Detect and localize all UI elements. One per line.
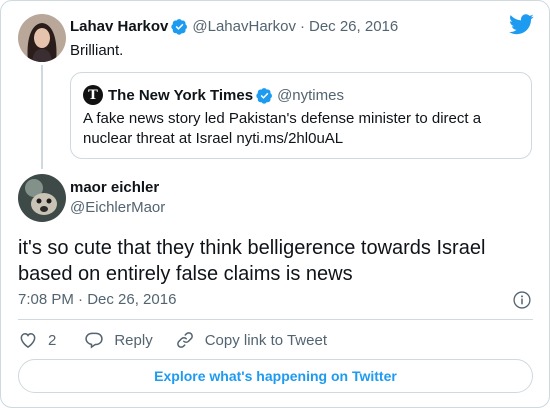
like-button[interactable]: 2 [18,330,56,350]
quoted-tweet-header: T The New York Times @nytimes [83,85,344,105]
quoted-tweet[interactable]: T The New York Times @nytimes A fake new… [70,72,532,159]
copy-link-label: Copy link to Tweet [204,331,327,349]
reply-bubble-icon [85,332,104,349]
tweet-actions: 2 Reply Copy link to Tweet [18,329,327,351]
avatar-photo-icon [18,14,66,62]
explore-twitter-button[interactable]: Explore what's happening on Twitter [18,359,533,393]
divider [18,319,533,320]
avatar-photo-icon [18,174,66,222]
link-icon [176,332,193,348]
like-count: 2 [48,331,57,349]
dog-portrait-avatar[interactable] [18,174,66,222]
twitter-bird-icon[interactable] [509,14,534,35]
parent-tweet-date[interactable]: Dec 26, 2016 [309,18,398,35]
thread-connector-line [41,65,43,169]
reply-label: Reply [114,331,153,349]
reply-author-handle[interactable]: @EichlerMaor [70,199,165,216]
parent-author-handle[interactable]: @LahavHarkov [192,18,296,35]
nyt-logo-icon: T [83,85,103,105]
quoted-author-name: The New York Times [108,86,254,104]
reply-author-name[interactable]: maor eichler [70,179,159,196]
quoted-tweet-text: A fake news story led Pakistan's defense… [83,110,482,147]
woman-portrait-avatar[interactable] [18,14,66,62]
copy-link-button[interactable]: Copy link to Tweet [175,330,327,350]
reply-timestamp[interactable]: 7:08 PM · Dec 26, 2016 [18,291,176,308]
parent-author-name[interactable]: Lahav Harkov [70,18,168,35]
parent-tweet-header: Lahav Harkov @LahavHarkov · Dec 26, 2016 [70,18,398,35]
info-icon[interactable] [512,290,532,310]
reply-button[interactable]: Reply [84,330,153,350]
header-separator: · [300,18,305,35]
tweet-embed-card: Lahav Harkov @LahavHarkov · Dec 26, 2016… [0,0,550,408]
reply-tweet-text: it's so cute that they think belligerenc… [18,237,486,285]
heart-icon [20,332,36,348]
parent-tweet-text: Brilliant. [70,42,124,59]
verified-badge-icon [256,87,272,104]
verified-badge-icon [171,19,188,35]
quoted-author-handle: @nytimes [277,86,344,104]
